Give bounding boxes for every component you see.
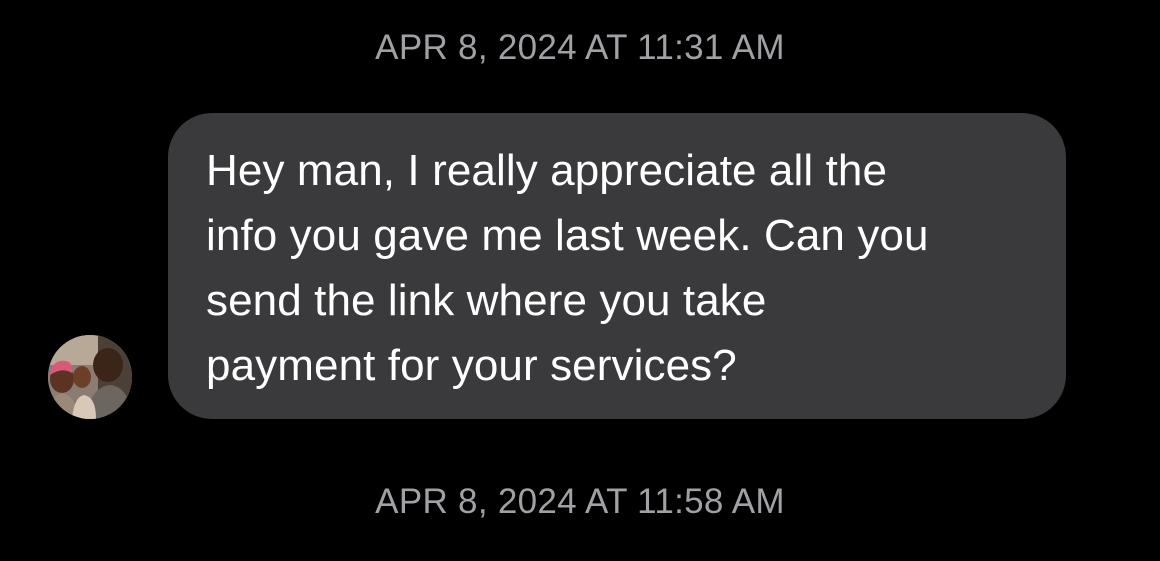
contact-photo-avatar-icon [48, 335, 132, 419]
incoming-message-row: Hey man, I really appreciate all the inf… [0, 0, 1160, 561]
message-line: send the link where you take [206, 276, 767, 325]
message-line: payment for your services? [206, 341, 737, 390]
message-line: Hey man, I really appreciate all the [206, 146, 888, 195]
message-timestamp: APR 8, 2024 AT 11:58 AM [375, 482, 785, 521]
message-line: info you gave me last week. Can you [206, 211, 929, 260]
contact-avatar[interactable] [48, 335, 132, 419]
message-body: Hey man, I really appreciate all the inf… [206, 138, 1036, 398]
incoming-message-bubble[interactable]: Hey man, I really appreciate all the inf… [168, 113, 1066, 419]
